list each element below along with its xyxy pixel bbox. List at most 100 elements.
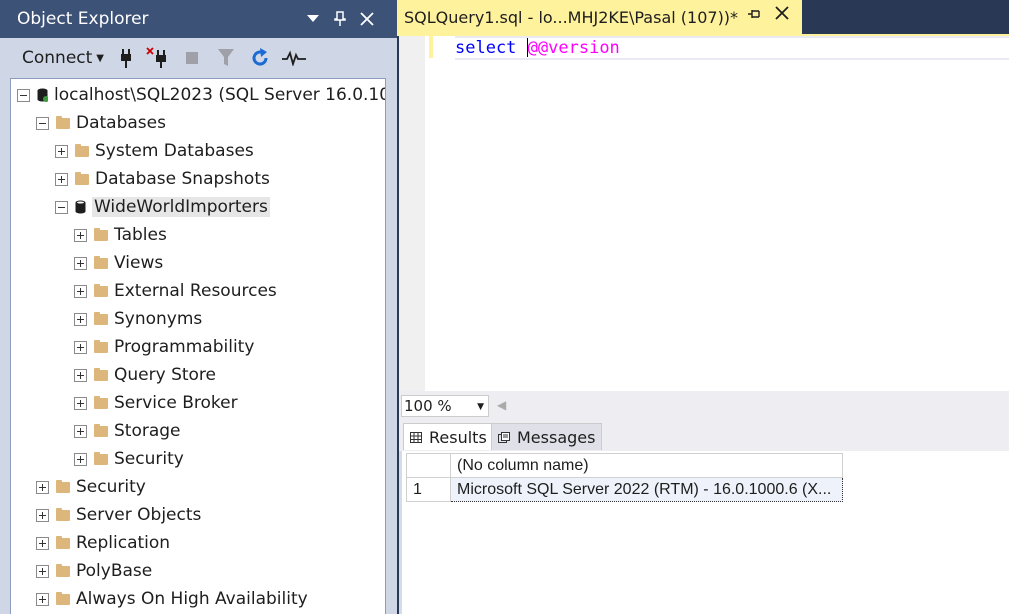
tree-label: Always On High Availability <box>76 589 308 609</box>
collapse-icon[interactable] <box>17 88 30 102</box>
tree-node-external-resources[interactable]: External Resources <box>74 279 277 303</box>
tree-node-query-store[interactable]: Query Store <box>74 363 216 387</box>
expand-icon[interactable] <box>74 368 87 382</box>
object-explorer-panel: Object Explorer Connect ▼ localhost\SQL2… <box>0 0 397 614</box>
tree-label: Tables <box>114 225 167 245</box>
activity-monitor-icon[interactable] <box>282 46 306 70</box>
tab-label: Messages <box>517 427 596 447</box>
expand-icon[interactable] <box>74 396 87 410</box>
expand-icon[interactable] <box>36 508 49 522</box>
expand-icon[interactable] <box>74 228 87 242</box>
chevron-down-icon[interactable] <box>301 6 325 32</box>
tree-label: Service Broker <box>114 393 238 413</box>
row-header-corner[interactable] <box>406 453 451 478</box>
expand-icon[interactable] <box>36 592 49 606</box>
folder-icon <box>94 367 108 381</box>
expand-icon[interactable] <box>74 284 87 298</box>
result-tabs: Results Messages <box>399 419 1009 451</box>
disconnect-icon[interactable] <box>146 46 170 70</box>
chevron-down-icon: ▼ <box>96 52 104 64</box>
tree-node-databases[interactable]: Databases <box>36 111 166 135</box>
tree-node-programmability[interactable]: Programmability <box>74 335 254 359</box>
database-icon <box>75 200 86 214</box>
expand-icon[interactable] <box>74 340 87 354</box>
connect-label: Connect <box>22 48 93 68</box>
folder-icon <box>94 395 108 409</box>
stop-icon[interactable] <box>185 46 199 70</box>
tree-node-polybase[interactable]: PolyBase <box>36 559 152 583</box>
expand-icon[interactable] <box>55 172 68 186</box>
close-icon[interactable] <box>355 6 379 32</box>
tree-label: Databases <box>76 113 166 133</box>
results-grid: (No column name) 1 Microsoft SQL Server … <box>406 453 843 502</box>
expand-icon[interactable] <box>36 536 49 550</box>
folder-icon <box>94 339 108 353</box>
tree-label: Database Snapshots <box>95 169 270 189</box>
folder-icon <box>94 451 108 465</box>
tree-node-service-broker[interactable]: Service Broker <box>74 391 238 415</box>
zoom-select[interactable]: 100 % ▼ <box>401 395 489 417</box>
zoom-value: 100 % <box>404 397 452 415</box>
tree-label: Storage <box>114 421 181 441</box>
folder-icon <box>94 283 108 297</box>
sql-editor[interactable]: select @@version <box>399 36 1009 391</box>
tree-node-views[interactable]: Views <box>74 251 163 275</box>
tree-label: Synonyms <box>114 309 203 329</box>
tree-label: WideWorldImporters <box>92 197 270 217</box>
scroll-left-icon[interactable]: ◀ <box>497 398 506 412</box>
tree-label: System Databases <box>95 141 254 161</box>
refresh-icon[interactable] <box>249 46 271 70</box>
tree-label: Security <box>76 477 146 497</box>
tab-title: SQLQuery1.sql - lo...MHJ2KE\Pasal (107))… <box>404 7 739 27</box>
folder-icon <box>94 423 108 437</box>
folder-icon <box>56 507 70 521</box>
folder-icon <box>94 227 108 241</box>
tree-node-wideworldimporters[interactable]: WideWorldImporters <box>55 195 270 219</box>
folder-icon <box>94 311 108 325</box>
chevron-down-icon: ▼ <box>477 402 484 412</box>
grid-icon <box>410 431 422 443</box>
connect-plug-icon[interactable] <box>117 46 135 70</box>
tab-label: Results <box>429 427 487 447</box>
pin-icon[interactable] <box>328 6 352 32</box>
expand-icon[interactable] <box>36 564 49 578</box>
pin-icon[interactable] <box>747 8 761 24</box>
result-cell[interactable]: Microsoft SQL Server 2022 (RTM) - 16.0.1… <box>450 477 843 502</box>
expand-icon[interactable] <box>55 144 68 158</box>
tab-results[interactable]: Results <box>403 423 494 450</box>
close-icon[interactable] <box>775 5 789 25</box>
tree-node-system-databases[interactable]: System Databases <box>55 139 254 163</box>
tree-node-tables[interactable]: Tables <box>74 223 167 247</box>
expand-icon[interactable] <box>74 424 87 438</box>
tree-node-replication[interactable]: Replication <box>36 531 170 555</box>
code-line[interactable]: select @@version <box>455 36 1009 60</box>
tree-node-storage[interactable]: Storage <box>74 419 181 443</box>
grid-header-row: (No column name) <box>406 453 843 478</box>
collapse-icon[interactable] <box>36 116 49 130</box>
connect-button[interactable]: Connect ▼ <box>22 46 104 70</box>
expand-icon[interactable] <box>74 256 87 270</box>
filter-icon[interactable] <box>216 46 236 70</box>
expand-icon[interactable] <box>74 452 87 466</box>
tree-node-server[interactable]: localhost\SQL2023 (SQL Server 16.0.1000 <box>17 83 385 107</box>
tree-node-server-objects[interactable]: Server Objects <box>36 503 201 527</box>
folder-icon <box>75 171 89 185</box>
tab-messages[interactable]: Messages <box>491 423 603 450</box>
expand-icon[interactable] <box>74 312 87 326</box>
query-editor-area: SQLQuery1.sql - lo...MHJ2KE\Pasal (107))… <box>397 0 1009 614</box>
expand-icon[interactable] <box>36 480 49 494</box>
tree-node-synonyms[interactable]: Synonyms <box>74 307 202 331</box>
tree-label: Programmability <box>114 337 255 357</box>
tree-node-security[interactable]: Security <box>36 475 146 499</box>
tab-sqlquery1[interactable]: SQLQuery1.sql - lo...MHJ2KE\Pasal (107))… <box>397 0 802 34</box>
folder-icon <box>56 591 70 605</box>
change-marker <box>429 36 433 58</box>
object-explorer-tree: localhost\SQL2023 (SQL Server 16.0.1000 … <box>10 78 386 614</box>
folder-icon <box>56 115 70 129</box>
tree-node-db-security[interactable]: Security <box>74 447 184 471</box>
column-header[interactable]: (No column name) <box>450 453 843 478</box>
tree-node-database-snapshots[interactable]: Database Snapshots <box>55 167 270 191</box>
collapse-icon[interactable] <box>55 200 68 214</box>
row-number[interactable]: 1 <box>406 477 451 502</box>
tree-node-always-on[interactable]: Always On High Availability <box>36 587 308 611</box>
